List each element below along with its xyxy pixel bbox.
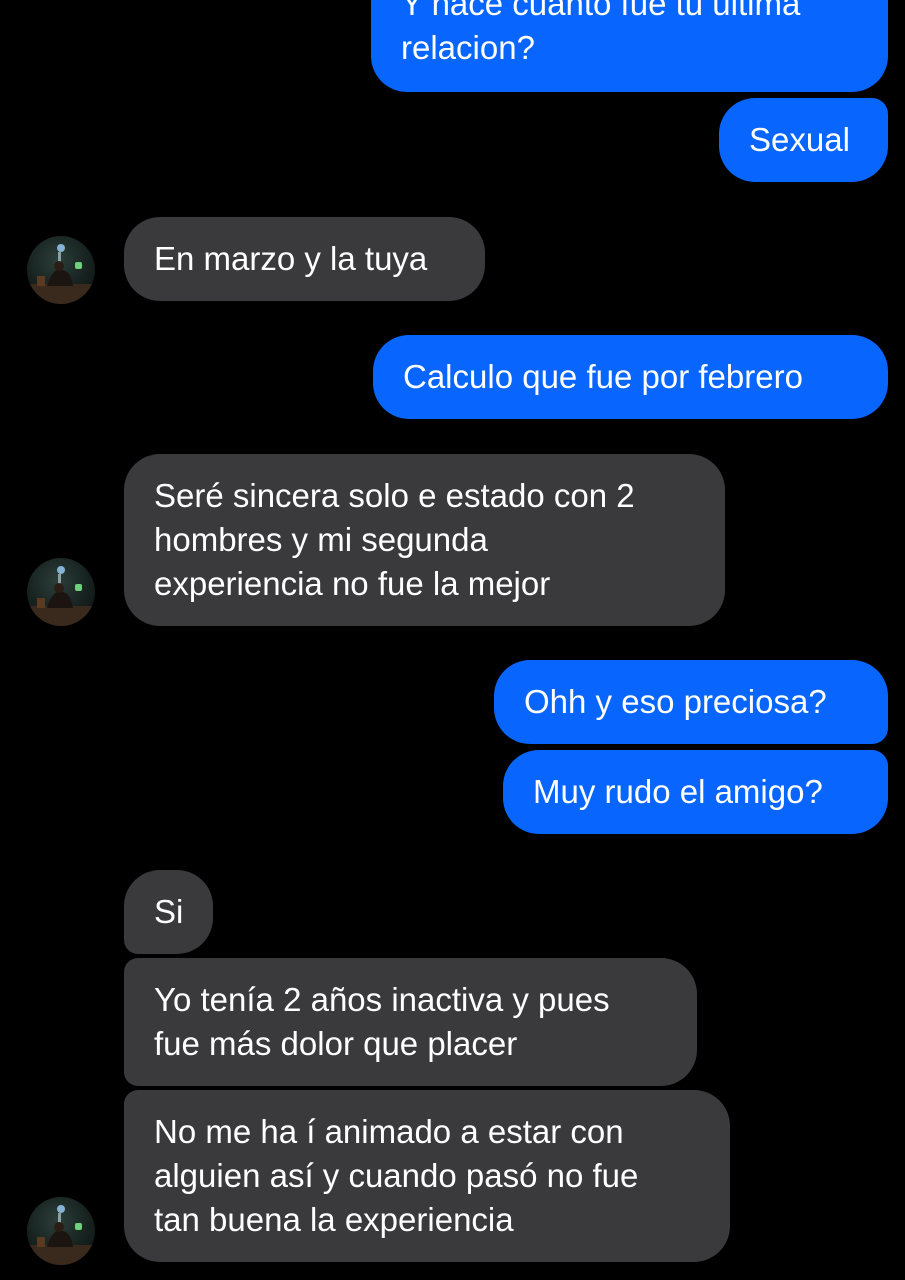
received-message-bubble[interactable]: Yo tenía 2 años inactiva y pues fue más … (124, 958, 697, 1086)
received-message-bubble[interactable]: Si (124, 870, 213, 954)
sent-message-bubble[interactable]: Muy rudo el amigo? (503, 750, 888, 834)
sent-message-bubble[interactable]: Ohh y eso preciosa? (494, 660, 888, 744)
profile-photo-icon (27, 566, 95, 626)
received-message-bubble[interactable]: Seré sincera solo e estado con 2 hombres… (124, 454, 725, 626)
received-message-bubble[interactable]: No me ha í animado a estar con alguien a… (124, 1090, 730, 1262)
sent-message-bubble[interactable]: Y hace cuanto fue tu ultima relacion? (371, 0, 888, 92)
profile-photo-icon (27, 244, 95, 304)
contact-avatar[interactable] (27, 236, 95, 304)
contact-avatar[interactable] (27, 1197, 95, 1265)
profile-photo-icon (27, 1205, 95, 1265)
sent-message-bubble[interactable]: Calculo que fue por febrero (373, 335, 888, 419)
contact-avatar[interactable] (27, 558, 95, 626)
received-message-bubble[interactable]: En marzo y la tuya (124, 217, 485, 301)
sent-message-bubble[interactable]: Sexual (719, 98, 888, 182)
